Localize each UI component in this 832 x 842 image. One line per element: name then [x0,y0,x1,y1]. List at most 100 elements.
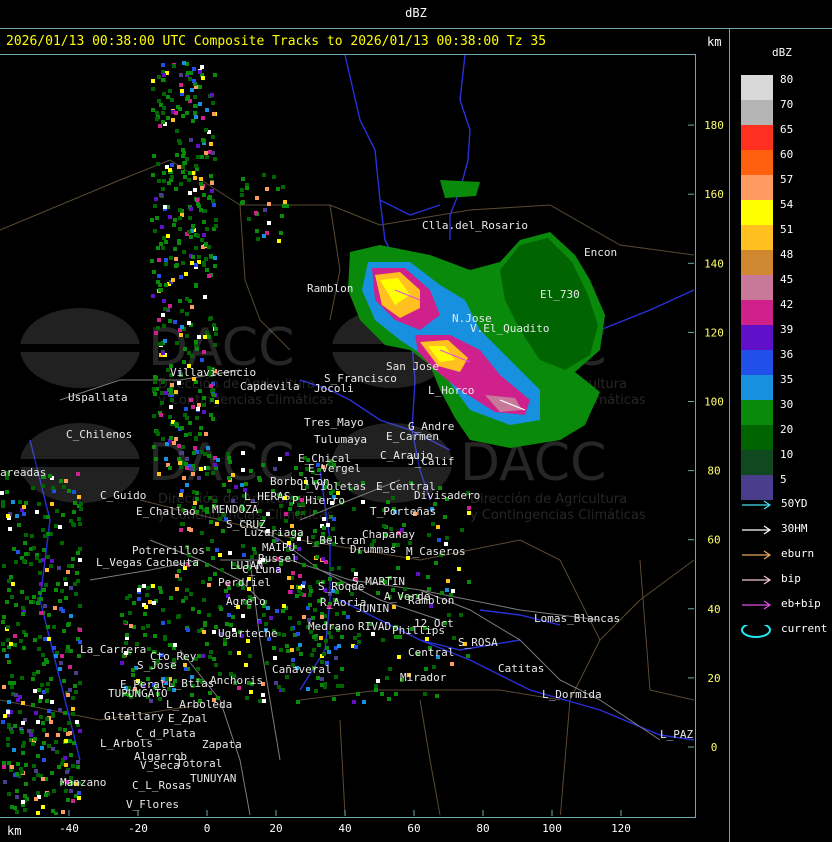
scale-label-45: 45 [780,273,794,286]
place-label: M_Caseros [406,545,466,558]
track-legend-30HM: 30HM [740,521,830,537]
scale-label-70: 70 [780,98,794,111]
scale-swatch-35 [741,375,773,400]
place-label: C_Chilenos [66,428,132,441]
place-label: E_Carmen [386,430,439,443]
place-label: RIVAD [358,620,391,633]
x-tick-label: 120 [611,822,631,835]
place-label: 12_Oct [414,617,454,630]
scale-swatch-30 [741,400,773,425]
place-label: L_Dormida [542,688,602,701]
track-legend-50YD: 50YD [740,496,830,512]
track-legend-current: current [740,621,830,638]
scale-label-80: 80 [780,73,794,86]
track-arrow-icon [742,600,772,610]
scale-label-36: 36 [780,348,794,361]
scale-label-57: 57 [780,173,794,186]
place-label: V_Seca [140,759,180,772]
scale-label-20: 20 [780,423,794,436]
place-label: E_Vergel [308,462,361,475]
place-label: Uspallata [68,391,128,404]
track-arrow-icon [742,575,772,585]
place-label: Mirador [400,671,447,684]
x-tick-label: 80 [476,822,489,835]
y-tick-label: 80 [707,465,720,478]
place-label: L_Violetas [300,480,366,493]
scale-label-60: 60 [780,148,794,161]
y-tick-label: 60 [707,534,720,547]
scale-swatch-51 [741,225,773,250]
place-label: El_730 [540,288,580,301]
place-label: Agrelo [226,595,266,608]
x-tick-label: 60 [407,822,420,835]
place-label: L_Horco [428,384,474,397]
track-arrow-icon [742,500,772,510]
x-tick-label: -40 [59,822,79,835]
place-label: MAIPU [262,541,295,554]
scale-swatch-10 [741,450,773,475]
scale-swatch-48 [741,250,773,275]
scale-label-35: 35 [780,373,794,386]
place-label: Luzuriaga [244,526,304,539]
place-label: Catitas [498,662,544,675]
y-tick-label: 0 [711,741,718,754]
scale-label-10: 10 [780,448,794,461]
x-tick-label: -20 [128,822,148,835]
y-tick-label: 100 [704,396,724,409]
place-label: Cañaveral [272,663,332,676]
track-legend-bip: bip [740,571,830,587]
place-label: MENDOZA [212,503,259,516]
y-tick-label: 40 [707,603,720,616]
track-legend-label: eb+bip [781,597,821,610]
scale-label-5: 5 [780,473,787,486]
place-label: C_L_Rosas [132,779,192,792]
x-tick-label: 100 [542,822,562,835]
scale-swatch-42 [741,300,773,325]
place-label: C_Guido [100,489,146,502]
scale-label-65: 65 [780,123,794,136]
place-label: Encon [584,246,617,259]
place-label: Ramblon [307,282,353,295]
track-legend-eb+bip: eb+bip [740,596,830,612]
scale-swatch-65 [741,125,773,150]
place-label: Divisadero [414,489,480,502]
track-legend-label: 50YD [781,497,808,510]
scale-label-30: 30 [780,398,794,411]
place-label: T_Porteñas [370,505,436,518]
place-label: C_Luna [242,563,282,576]
place-label: S_ROSA [458,636,498,649]
x-tick-label: 40 [338,822,351,835]
place-label: S_MARTIN [352,575,405,588]
radar-map[interactable]: DACC Dirección de Agricultura y Continge… [0,0,832,842]
dbz-color-scale [741,75,773,500]
place-label: La_Carrera [80,643,146,656]
track-arrow-icon [742,550,772,560]
track-legend-label: current [781,622,828,635]
scale-swatch-57 [741,175,773,200]
place-label: E_Zpal [168,712,208,725]
place-label: Tulumaya [314,433,367,446]
track-legend-eburn: eburn [740,546,830,562]
place-label: Drummas [350,543,396,556]
place-label: Perdriel [218,576,271,589]
place-label: L_Btias [168,677,214,690]
place-label: Ramblon [408,594,454,607]
legend-title: dBZ [772,46,792,59]
track-legend-label: 30HM [781,522,808,535]
place-label: areadas [0,466,46,479]
scale-swatch-70 [741,100,773,125]
scale-swatch-60 [741,150,773,175]
scale-label-39: 39 [780,323,794,336]
scale-swatch-20 [741,425,773,450]
place-label: Capdevila [240,380,300,393]
watermark-line2: y Contingencias Climáticas [470,508,646,523]
place-label: E_Challao [136,505,196,518]
watermark-line2: y Contingencias Climáticas [158,393,334,408]
track-arrow-icon [742,525,772,535]
track-legend-label: eburn [781,547,815,560]
place-label: Ugarteche [218,627,278,640]
scale-swatch-39 [741,325,773,350]
y-tick-label: 180 [704,119,724,132]
place-label: J_Calif [408,455,454,468]
place-label: Gltallary [104,710,164,723]
